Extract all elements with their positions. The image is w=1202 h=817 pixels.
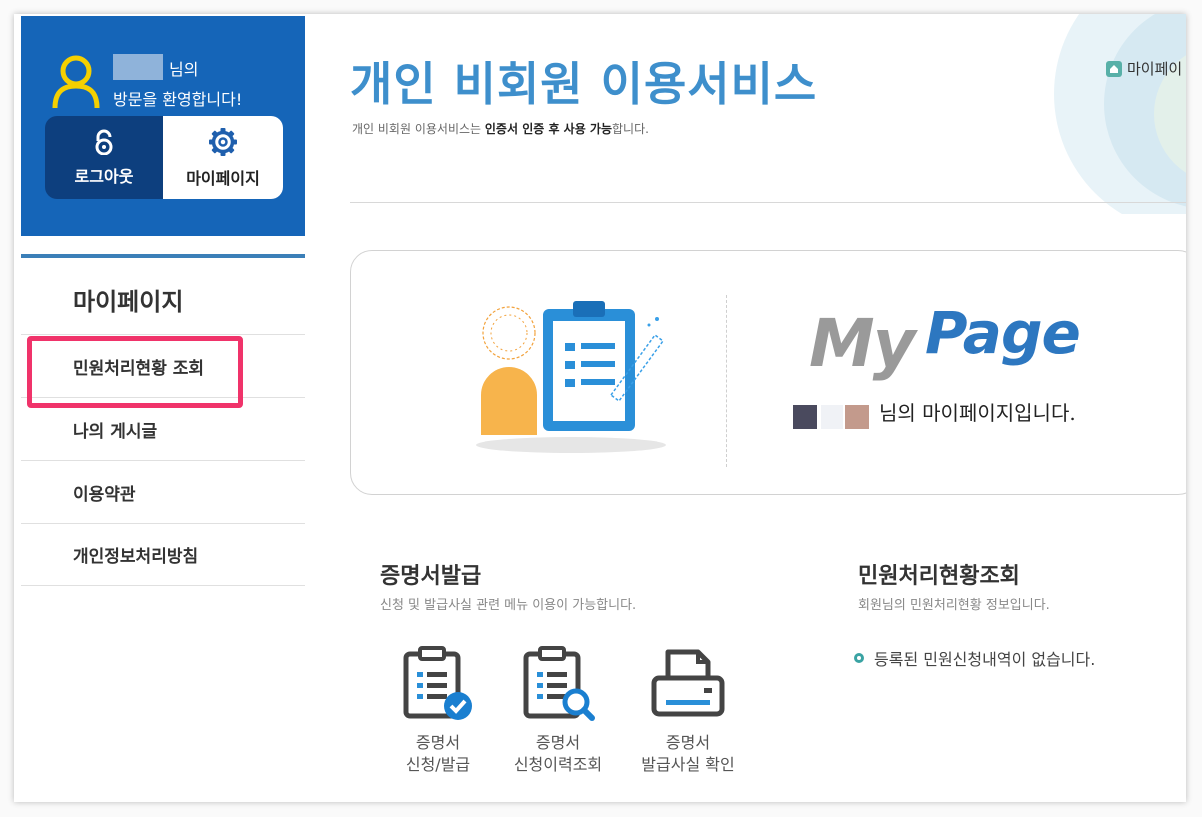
cert-item-line2: 신청이력조회	[513, 755, 603, 774]
cert-verify-button[interactable]: 증명서 발급사실 확인	[628, 646, 748, 776]
mypage-logo-page: Page	[925, 299, 1081, 367]
logout-label: 로그아웃	[74, 166, 134, 186]
subtitle-bold: 인증서 인증 후 사용 가능	[484, 122, 613, 136]
user-suffix: 님의	[169, 60, 199, 79]
cert-history-button[interactable]: 증명서 신청이력조회	[498, 646, 618, 776]
user-name-redacted	[113, 54, 163, 80]
cert-item-line1: 증명서	[415, 733, 461, 752]
sidebar-item-my-posts[interactable]: 나의 게시글	[21, 397, 305, 460]
sidebar-item-terms[interactable]: 이용약관	[21, 460, 305, 523]
user-button-row: 로그아웃 마이페이지	[45, 116, 283, 199]
cert-item-line2: 신청/발급	[405, 755, 471, 774]
page-title: 개인 비회원 이용서비스	[350, 57, 818, 111]
user-name-redacted	[845, 405, 869, 429]
mypage-label: 마이페이지	[186, 168, 260, 188]
clipboard-search-icon	[523, 646, 595, 721]
subtitle-post: 합니다.	[612, 122, 649, 136]
sidebar-item-label: 민원처리현황 조회	[73, 358, 205, 379]
page-subtitle: 개인 비회원 이용서비스는 인증서 인증 후 사용 가능합니다.	[352, 120, 649, 137]
cert-item-line1: 증명서	[535, 733, 581, 752]
home-icon[interactable]	[1106, 60, 1122, 77]
complaint-empty-text: 등록된 민원신청내역이 없습니다.	[874, 650, 1096, 669]
clipboard-check-icon	[403, 646, 472, 720]
cert-item-label: 증명서 발급사실 확인	[641, 732, 734, 776]
sidebar-title: 마이페이지	[73, 288, 184, 316]
mypage-button[interactable]: 마이페이지	[163, 116, 283, 199]
sidebar-menu: 민원처리현황 조회 나의 게시글 이용약관 개인정보처리방침	[21, 334, 305, 586]
decorative-circles	[1054, 14, 1186, 214]
page-frame: 님의 방문을 환영합니다! 로그아웃 마이페이지 마이페이지 민원처리현황 조회…	[14, 14, 1186, 802]
logout-button[interactable]: 로그아웃	[45, 116, 163, 199]
cert-item-line2: 발급사실 확인	[641, 755, 735, 774]
sidebar-item-complaint-status[interactable]: 민원처리현황 조회	[21, 334, 305, 397]
cert-section-title: 증명서발급	[380, 564, 482, 589]
breadcrumb-current[interactable]: 마이페이	[1127, 58, 1182, 79]
cert-item-label: 증명서 신청이력조회	[514, 732, 602, 776]
mypage-message: 님의 마이페이지입니다.	[879, 401, 1076, 425]
sidebar-item-label: 이용약관	[73, 484, 136, 505]
mypage-banner: My Page 님의 마이페이지입니다.	[350, 250, 1186, 495]
lock-icon	[95, 129, 113, 155]
user-panel: 님의 방문을 환영합니다! 로그아웃 마이페이지	[21, 16, 305, 236]
complaint-empty-notice: 등록된 민원신청내역이 없습니다.	[854, 646, 1095, 670]
sidebar-item-privacy[interactable]: 개인정보처리방침	[21, 523, 305, 586]
sidebar-item-label: 나의 게시글	[73, 421, 158, 442]
printer-icon	[651, 649, 725, 717]
banner-divider	[726, 295, 727, 467]
cert-apply-issue-button[interactable]: 증명서 신청/발급	[378, 646, 498, 776]
clipboard-illustration-icon	[476, 301, 666, 453]
cert-section-subtitle: 신청 및 발급사실 관련 메뉴 이용이 가능합니다.	[380, 598, 637, 613]
gear-icon	[209, 127, 237, 156]
complaint-section-title: 민원처리현황조회	[858, 564, 1020, 589]
mypage-logo-my: My	[809, 305, 916, 382]
sidebar: 님의 방문을 환영합니다! 로그아웃 마이페이지 마이페이지 민원처리현황 조회…	[21, 16, 305, 786]
user-name-redacted	[793, 405, 817, 429]
complaint-section-subtitle: 회원님의 민원처리현황 정보입니다.	[858, 598, 1050, 613]
sidebar-item-label: 개인정보처리방침	[73, 547, 199, 567]
sidebar-divider	[21, 254, 305, 258]
bullet-icon	[854, 653, 864, 663]
header-divider	[350, 202, 1186, 203]
subtitle-pre: 개인 비회원 이용서비스는	[352, 122, 485, 136]
user-name-redacted	[821, 405, 843, 429]
user-avatar-icon	[52, 55, 100, 109]
welcome-text: 방문을 환영합니다!	[113, 90, 243, 109]
cert-item-label: 증명서 신청/발급	[406, 732, 470, 776]
breadcrumb: 마이페이	[1106, 58, 1182, 79]
cert-item-line1: 증명서	[665, 733, 711, 752]
